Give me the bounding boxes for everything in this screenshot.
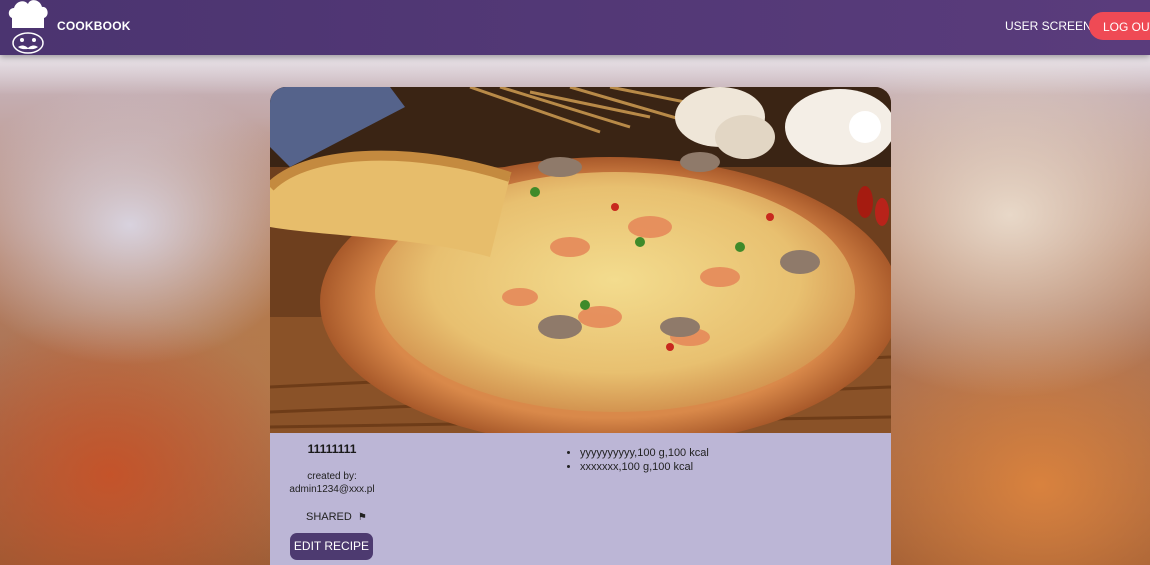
shared-label: SHARED [306, 511, 352, 523]
user-screen-link[interactable]: USER SCREEN [1005, 19, 1092, 33]
recipe-details-panel: 11111111 created by: admin1234@xxx.pl SH… [270, 433, 891, 565]
created-by-label: created by: [307, 471, 357, 482]
brand-title[interactable]: COOKBOOK [57, 19, 131, 33]
recipe-author: admin1234@xxx.pl [289, 484, 375, 495]
recipe-card: 11111111 created by: admin1234@xxx.pl SH… [270, 87, 891, 565]
shared-status: SHARED ⚑ [306, 511, 367, 523]
chef-hat-icon[interactable] [6, 0, 52, 55]
top-navbar: COOKBOOK USER SCREEN LOG OUT [0, 0, 1150, 55]
logout-button[interactable]: LOG OUT [1089, 12, 1150, 40]
edit-recipe-button[interactable]: EDIT RECIPE [290, 533, 373, 560]
recipe-photo [270, 87, 891, 433]
flag-icon: ⚑ [357, 512, 367, 523]
ingredient-item: yyyyyyyyyy,100 g,100 kcal [580, 446, 709, 460]
ingredient-item: xxxxxxx,100 g,100 kcal [580, 460, 709, 474]
ingredients-list: yyyyyyyyyy,100 g,100 kcal xxxxxxx,100 g,… [566, 446, 709, 474]
recipe-title: 11111111 [307, 442, 357, 456]
